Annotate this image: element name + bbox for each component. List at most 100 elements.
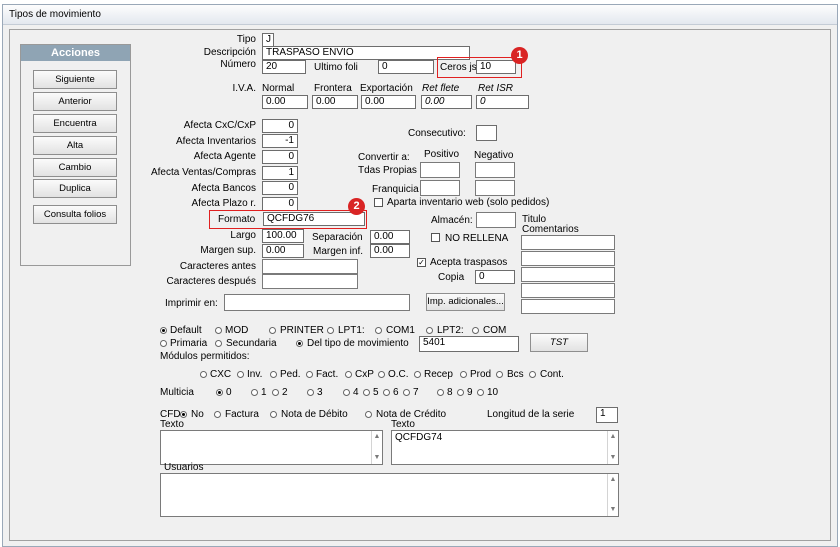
afecta-inventarios-field[interactable]: -1 [262, 134, 298, 148]
scroll-down-icon[interactable]: ▼ [372, 453, 382, 463]
scroll-down-icon[interactable]: ▼ [608, 453, 618, 463]
del-tipo-radio[interactable] [296, 340, 303, 347]
largo-field[interactable]: 100.00 [262, 229, 304, 243]
tdas-negativo-field[interactable] [475, 162, 515, 178]
tipo-field[interactable]: J [262, 33, 274, 47]
no-rellena-checkbox[interactable] [431, 233, 440, 242]
usuarios-scrollbar[interactable]: ▲ ▼ [607, 474, 618, 516]
siguiente-button[interactable]: Siguiente [33, 70, 117, 89]
comentarios-line-5[interactable] [521, 299, 615, 314]
bodega-field[interactable]: 5401 [419, 336, 519, 352]
multicia-6-radio[interactable] [383, 389, 390, 396]
tst-button[interactable]: TST [530, 333, 588, 352]
usuarios-textarea[interactable]: ▲ ▼ [160, 473, 619, 517]
texto-left-textarea[interactable]: ▲ ▼ [160, 430, 383, 465]
longitud-field[interactable]: 1 [596, 407, 618, 423]
multicia-2-radio[interactable] [272, 389, 279, 396]
cfd-nota-debito-radio[interactable] [270, 411, 277, 418]
modulo-fact-radio[interactable] [306, 371, 313, 378]
scroll-up-icon[interactable]: ▲ [608, 475, 618, 485]
afecta-ventas-field[interactable]: 1 [262, 166, 298, 180]
cfd-factura-radio[interactable] [214, 411, 221, 418]
secundaria-radio[interactable] [215, 340, 222, 347]
anterior-button[interactable]: Anterior [33, 92, 117, 111]
iva-frontera-field[interactable]: 0.00 [312, 95, 358, 109]
aparta-checkbox[interactable] [374, 198, 383, 207]
modulo-cxp-radio[interactable] [345, 371, 352, 378]
texto-left-scrollbar[interactable]: ▲ ▼ [371, 431, 382, 464]
caracteres-despues-field[interactable] [262, 274, 358, 289]
afecta-bancos-field[interactable]: 0 [262, 181, 298, 195]
ret-isr-field[interactable]: 0 [476, 95, 529, 109]
caracteres-antes-field[interactable] [262, 259, 358, 274]
almacen-field[interactable] [476, 212, 516, 228]
encuentra-button[interactable]: Encuentra [33, 114, 117, 133]
modulo-oc-radio[interactable] [378, 371, 385, 378]
alta-button[interactable]: Alta [33, 136, 117, 155]
multicia-5-radio[interactable] [363, 389, 370, 396]
tipo-label: Tipo [236, 34, 256, 45]
comentarios-line-4[interactable] [521, 283, 615, 298]
ultimo-folio-field[interactable]: 0 [378, 60, 434, 74]
ceros-field[interactable]: 10 [476, 60, 516, 74]
modulo-inv-radio[interactable] [237, 371, 244, 378]
consecutivo-field[interactable] [476, 125, 497, 141]
afecta-cxc-field[interactable]: 0 [262, 119, 298, 133]
scroll-down-icon[interactable]: ▼ [608, 505, 618, 515]
multicia-9-radio[interactable] [457, 389, 464, 396]
multicia-0-radio[interactable] [216, 389, 223, 396]
consulta-folios-button[interactable]: Consulta folios [33, 205, 117, 224]
margen-sup-field[interactable]: 0.00 [262, 244, 304, 258]
default-radio[interactable] [160, 327, 167, 334]
texto-right-textarea[interactable]: QCFDG74 ▲ ▼ [391, 430, 619, 465]
modulo-bcs-radio[interactable] [496, 371, 503, 378]
afecta-agente-field[interactable]: 0 [262, 150, 298, 164]
cambio-button[interactable]: Cambio [33, 158, 117, 177]
afecta-plazo-field[interactable]: 0 [262, 197, 298, 211]
comentarios-line-2[interactable] [521, 251, 615, 266]
mod-radio[interactable] [215, 327, 222, 334]
modulo-prod-radio[interactable] [460, 371, 467, 378]
lpt1-radio[interactable] [327, 327, 334, 334]
comentarios-line-1[interactable] [521, 235, 615, 250]
multicia-8-radio[interactable] [437, 389, 444, 396]
comentarios-line-3[interactable] [521, 267, 615, 282]
imprimir-field[interactable] [224, 294, 410, 311]
texto-right-scrollbar[interactable]: ▲ ▼ [607, 431, 618, 464]
multicia-4-radio[interactable] [343, 389, 350, 396]
multicia-1-radio[interactable] [251, 389, 258, 396]
copia-field[interactable]: 0 [475, 270, 515, 284]
modulo-ped-radio[interactable] [270, 371, 277, 378]
primaria-radio[interactable] [160, 340, 167, 347]
scroll-up-icon[interactable]: ▲ [608, 432, 618, 442]
descripcion-label: Descripción [203, 47, 256, 58]
iva-normal-field[interactable]: 0.00 [262, 95, 308, 109]
ret-flete-field[interactable]: 0.00 [421, 95, 472, 109]
iva-exportacion-field[interactable]: 0.00 [361, 95, 416, 109]
scroll-up-icon[interactable]: ▲ [372, 432, 382, 442]
separacion-field[interactable]: 0.00 [370, 230, 410, 244]
franquicia-negativo-field[interactable] [475, 180, 515, 196]
imp-adicionales-button[interactable]: Imp. adicionales... [426, 293, 505, 311]
franquicia-positivo-field[interactable] [420, 180, 460, 196]
numero-label: Número [220, 59, 256, 70]
duplica-button[interactable]: Duplica [33, 179, 117, 198]
cfd-no-radio[interactable] [180, 411, 187, 418]
modulo-cxc-radio[interactable] [200, 371, 207, 378]
modulo-recep-radio[interactable] [414, 371, 421, 378]
modulo-fact-label: Fact. [316, 369, 339, 380]
lpt2-radio[interactable] [426, 327, 433, 334]
margen-inf-field[interactable]: 0.00 [370, 244, 410, 258]
multicia-3-radio[interactable] [307, 389, 314, 396]
com1-radio[interactable] [375, 327, 382, 334]
multicia-10-radio[interactable] [477, 389, 484, 396]
acepta-traspasos-checkbox[interactable]: ✓ [417, 258, 426, 267]
tdas-positivo-field[interactable] [420, 162, 460, 178]
multicia-7-radio[interactable] [403, 389, 410, 396]
cfd-nota-credito-radio[interactable] [365, 411, 372, 418]
com-radio[interactable] [472, 327, 479, 334]
printer-radio[interactable] [269, 327, 276, 334]
numero-field[interactable]: 20 [262, 60, 306, 74]
modulo-cont-radio[interactable] [529, 371, 536, 378]
formato-field[interactable]: QCFDG76 [263, 212, 365, 226]
